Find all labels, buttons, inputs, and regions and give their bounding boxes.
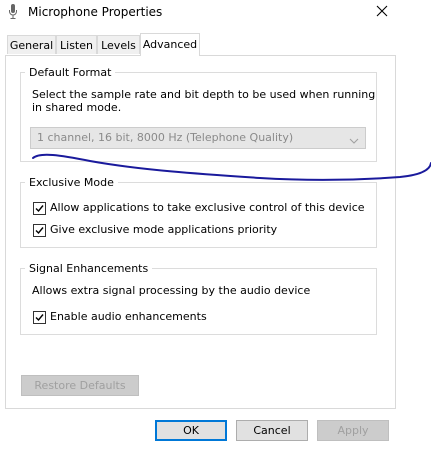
close-button[interactable] <box>366 0 398 24</box>
checkmark-icon <box>35 205 44 213</box>
format-dropdown-value: 1 channel, 16 bit, 8000 Hz (Telephone Qu… <box>37 131 294 144</box>
exclusive-mode-group <box>20 182 377 248</box>
signal-enhancements-group <box>20 268 377 335</box>
format-dropdown[interactable]: 1 channel, 16 bit, 8000 Hz (Telephone Qu… <box>30 127 366 149</box>
window-title: Microphone Properties <box>28 5 163 19</box>
exclusive-mode-title: Exclusive Mode <box>25 176 118 189</box>
signal-enhancements-description: Allows extra signal processing by the au… <box>32 284 311 297</box>
default-format-title: Default Format <box>25 66 116 79</box>
audio-enhancements-checkbox[interactable] <box>33 311 46 324</box>
chevron-down-icon <box>349 133 359 144</box>
close-icon <box>376 5 388 20</box>
audio-enhancements-label[interactable]: Enable audio enhancements <box>50 310 207 324</box>
default-format-description-line1: Select the sample rate and bit depth to … <box>32 88 376 101</box>
tab-general[interactable]: General <box>7 35 56 54</box>
microphone-icon <box>9 4 17 20</box>
default-format-description-line2: in shared mode. <box>32 101 122 114</box>
tab-listen[interactable]: Listen <box>56 35 97 54</box>
exclusive-priority-label[interactable]: Give exclusive mode applications priorit… <box>50 223 277 237</box>
apply-button[interactable]: Apply <box>317 420 389 441</box>
ok-button[interactable]: OK <box>155 420 227 441</box>
cancel-button[interactable]: Cancel <box>236 420 308 441</box>
tab-advanced[interactable]: Advanced <box>140 33 200 56</box>
title-bar: Microphone Properties <box>0 0 431 26</box>
checkmark-icon <box>35 314 44 322</box>
exclusive-control-label[interactable]: Allow applications to take exclusive con… <box>50 201 365 215</box>
checkmark-icon <box>35 227 44 235</box>
restore-defaults-button[interactable]: Restore Defaults <box>21 375 139 396</box>
exclusive-priority-checkbox[interactable] <box>33 224 46 237</box>
exclusive-control-checkbox[interactable] <box>33 202 46 215</box>
signal-enhancements-title: Signal Enhancements <box>25 262 153 275</box>
tab-levels[interactable]: Levels <box>97 35 140 54</box>
